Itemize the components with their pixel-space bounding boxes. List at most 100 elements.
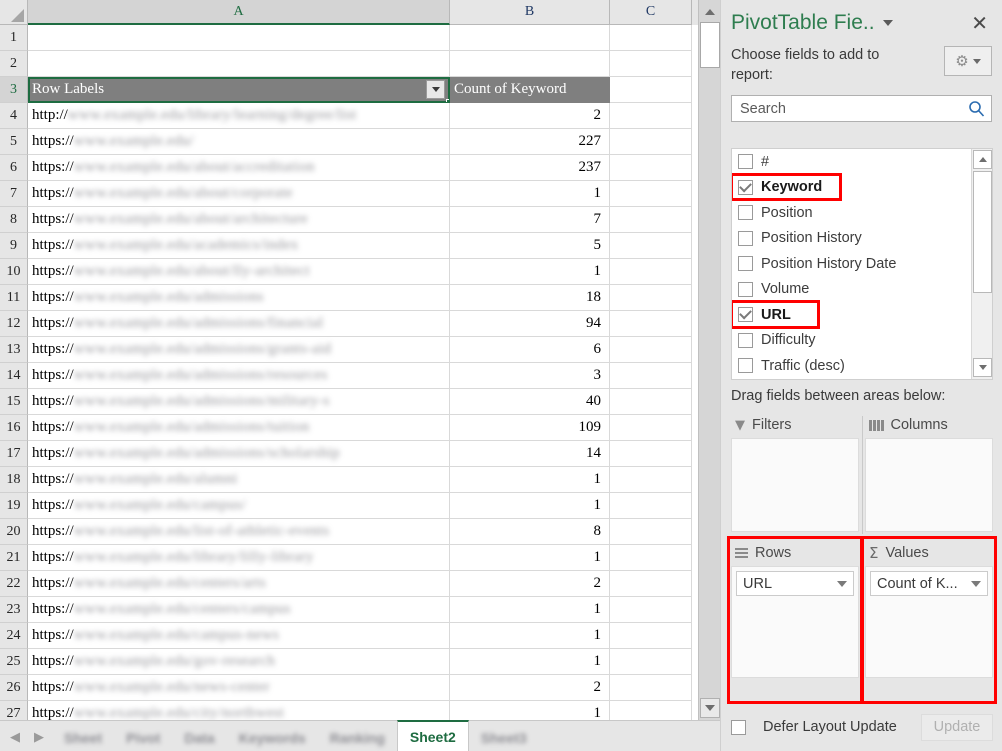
sheet-tab[interactable]: Sheet3 [469,725,539,751]
url-cell[interactable]: https://www.example.edu/centers/campus [28,597,450,623]
table-row[interactable]: 22https://www.example.edu/centers/arts2 [0,571,720,597]
url-cell[interactable]: https://www.example.edu/admissions/finan… [28,311,450,337]
tab-prev-icon[interactable]: ◀ [10,730,20,745]
table-row[interactable]: 11https://www.example.edu/admissions18 [0,285,720,311]
vertical-scrollbar[interactable] [698,0,720,720]
field-checkbox[interactable] [738,358,753,373]
pivot-value-header-cell[interactable]: Count of Keyword [450,77,610,103]
row-header[interactable]: 3 [0,77,28,103]
tab-navigation[interactable]: ◀ ▶ [0,730,52,751]
field-checkbox[interactable] [738,282,753,297]
field-list[interactable]: #KeywordPositionPosition HistoryPosition… [731,148,993,380]
row-header[interactable]: 8 [0,207,28,233]
row-header[interactable]: 1 [0,25,28,51]
caret-down-icon[interactable] [883,20,893,26]
field-checkbox[interactable] [738,333,753,348]
count-cell[interactable]: 1 [450,545,610,571]
empty-cell[interactable] [610,337,692,363]
sheet-tab-bar[interactable]: ◀ ▶ SheetPivotDataKeywordsRankingSheet2S… [0,720,720,751]
empty-cell[interactable] [610,103,692,129]
column-header-a[interactable]: A [28,0,450,25]
field-list-item[interactable]: Position History Date [732,251,972,277]
row-header[interactable]: 16 [0,415,28,441]
table-row[interactable]: 19https://www.example.edu/campus/1 [0,493,720,519]
table-row[interactable]: 23https://www.example.edu/centers/campus… [0,597,720,623]
table-row[interactable]: 7https://www.example.edu/about/corporate… [0,181,720,207]
url-cell[interactable]: https://www.example.edu/admissions [28,285,450,311]
scroll-down-button[interactable] [700,698,720,718]
area-filters[interactable]: ▼ Filters [731,412,859,532]
row-header[interactable]: 22 [0,571,28,597]
count-cell[interactable]: 40 [450,389,610,415]
field-chip-values[interactable]: Count of K... [870,571,988,596]
field-list-item[interactable]: URL [732,302,972,328]
count-cell[interactable]: 8 [450,519,610,545]
area-filters-dropzone[interactable] [731,438,859,532]
count-cell[interactable]: 1 [450,259,610,285]
field-list-scroll-up-button[interactable] [973,150,992,169]
url-cell[interactable]: https://www.example.edu/campus/ [28,493,450,519]
row-labels-filter-button[interactable] [426,80,445,99]
count-cell[interactable]: 5 [450,233,610,259]
count-cell[interactable]: 3 [450,363,610,389]
area-values-dropzone[interactable]: Count of K... [865,566,993,678]
url-cell[interactable]: https://www.example.edu/admissions/milit… [28,389,450,415]
url-cell[interactable]: http://www.example.edu/library/learning/… [28,103,450,129]
area-rows-dropzone[interactable]: URL [731,566,859,678]
pivot-areas[interactable]: ▼ Filters Columns Rows [731,412,993,700]
vertical-scrollbar-thumb[interactable] [700,22,720,68]
field-checkbox[interactable] [738,307,753,322]
table-row[interactable]: 8https://www.example.edu/about/architect… [0,207,720,233]
row-header[interactable]: 23 [0,597,28,623]
empty-cell[interactable] [610,389,692,415]
count-cell[interactable]: 1 [450,467,610,493]
count-cell[interactable]: 109 [450,415,610,441]
table-row[interactable]: 2 [0,51,720,77]
search-icon[interactable] [968,100,985,117]
table-row[interactable]: 10https://www.example.edu/about/lly-arch… [0,259,720,285]
row-header[interactable]: 26 [0,675,28,701]
defer-checkbox[interactable] [731,720,746,735]
field-list-item[interactable]: Keyword [732,175,972,201]
pivottable-fields-pane[interactable]: PivotTable Fie.. ✕ Choose fields to add … [720,0,1002,751]
scroll-up-button[interactable] [700,2,720,22]
url-cell[interactable]: https://www.example.edu/academics/index [28,233,450,259]
caret-down-icon[interactable] [837,581,847,587]
count-cell[interactable]: 14 [450,441,610,467]
table-row[interactable]: 18https://www.example.edu/alumni1 [0,467,720,493]
count-cell[interactable]: 2 [450,675,610,701]
row-header[interactable]: 21 [0,545,28,571]
row-header[interactable]: 17 [0,441,28,467]
url-cell[interactable] [28,51,450,77]
pivot-row-labels-cell[interactable]: Row Labels [28,77,450,103]
table-row[interactable]: 17https://www.example.edu/admissions/sch… [0,441,720,467]
empty-cell[interactable] [610,77,692,103]
url-cell[interactable]: https://www.example.edu/admissions/tuiti… [28,415,450,441]
column-header-c[interactable]: C [610,0,692,25]
search-input[interactable] [738,100,968,118]
field-list-item[interactable]: Position [732,200,972,226]
row-header[interactable]: 10 [0,259,28,285]
sheet-tab[interactable]: Keywords [227,725,318,751]
empty-cell[interactable] [610,363,692,389]
field-list-scrollbar-thumb[interactable] [973,171,992,293]
area-rows[interactable]: Rows URL [731,540,859,678]
url-cell[interactable]: https://www.example.edu/list-of-athletic… [28,519,450,545]
field-list-item[interactable] [732,379,972,381]
field-list-scrollbar[interactable] [971,149,992,379]
row-header[interactable]: 19 [0,493,28,519]
empty-cell[interactable] [610,467,692,493]
table-row[interactable]: 14https://www.example.edu/admissions/res… [0,363,720,389]
field-checkbox[interactable] [738,180,753,195]
empty-cell[interactable] [610,597,692,623]
url-cell[interactable]: https://www.example.edu/centers/arts [28,571,450,597]
sheet-tab[interactable]: Sheet2 [397,720,469,751]
field-chip-rows[interactable]: URL [736,571,854,596]
field-checkbox[interactable] [738,256,753,271]
empty-cell[interactable] [610,493,692,519]
empty-cell[interactable] [610,259,692,285]
url-cell[interactable]: https://www.example.edu/campus-news [28,623,450,649]
row-header[interactable]: 18 [0,467,28,493]
row-header[interactable]: 14 [0,363,28,389]
table-row[interactable]: 20https://www.example.edu/list-of-athlet… [0,519,720,545]
